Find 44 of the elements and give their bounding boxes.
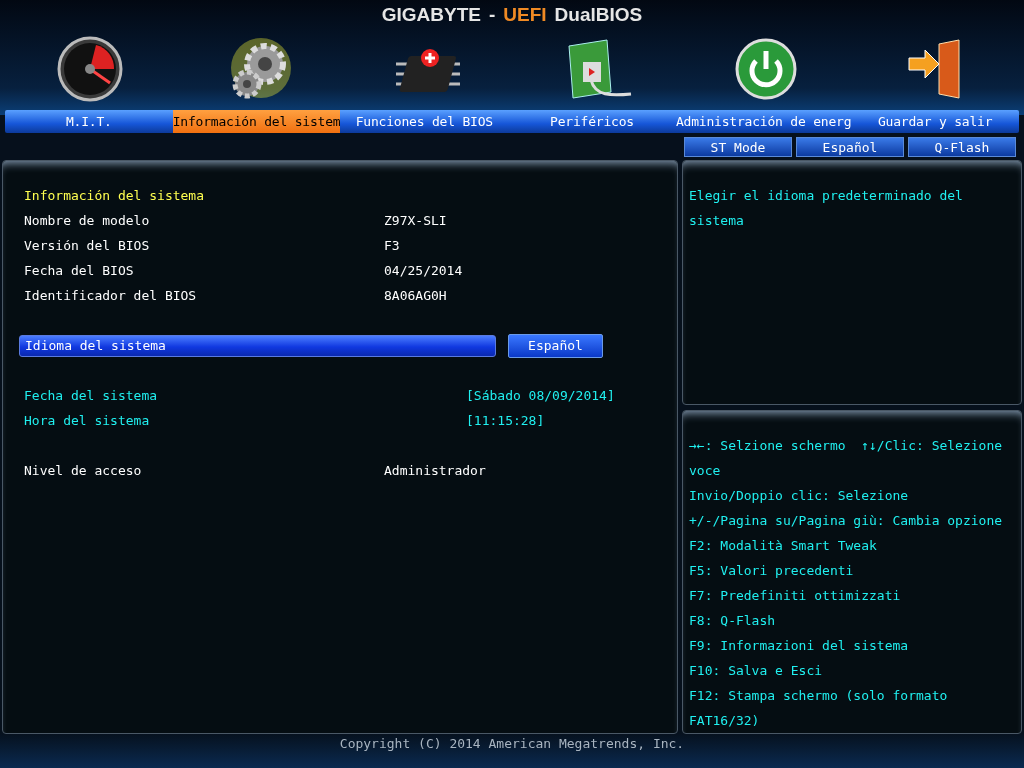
setting-value: 8A06AG0H bbox=[384, 288, 447, 303]
help-line: Invio/Doppio clic: Selezione bbox=[689, 487, 910, 505]
setting-value: Z97X-SLI bbox=[384, 213, 447, 228]
description-text: Elegir el idioma predeterminado del sistema bbox=[689, 187, 964, 230]
setting-label: Fecha del BIOS bbox=[24, 262, 135, 280]
setting-label: Versión del BIOS bbox=[24, 237, 151, 255]
setting-label: Nivel de acceso bbox=[24, 462, 143, 480]
setting-label: Fecha del sistema bbox=[24, 387, 159, 405]
help-line: F5: Valori precedenti bbox=[689, 562, 855, 580]
help-line: F7: Predefiniti ottimizzati bbox=[689, 587, 902, 605]
help-line: F9: Informazioni del sistema bbox=[689, 637, 910, 655]
setting-row[interactable]: Idioma del sistema bbox=[19, 334, 496, 357]
help-line: +/-/Pagina su/Pagina giù: Cambia opzione bbox=[689, 512, 1004, 530]
menu-tab[interactable]: M.I.T. bbox=[5, 110, 173, 133]
brand-name: GIGABYTE bbox=[381, 4, 481, 27]
title-separator: - bbox=[489, 4, 496, 27]
menu-tab[interactable]: Guardar y salir bbox=[851, 110, 1019, 133]
quick-button[interactable]: ST Mode bbox=[684, 137, 792, 157]
menu-tab[interactable]: Funciones del BIOS bbox=[340, 110, 509, 133]
setting-value: 04/25/2014 bbox=[384, 263, 463, 278]
quick-button[interactable]: Q-Flash bbox=[908, 137, 1016, 157]
product-name: DualBIOS bbox=[554, 4, 643, 27]
title-accent: UEFI bbox=[503, 4, 547, 27]
quick-button[interactable]: Español bbox=[796, 137, 904, 157]
power-icon bbox=[733, 36, 798, 101]
menu-tab[interactable]: Administración de energ bbox=[675, 110, 852, 133]
option-button[interactable]: Español bbox=[508, 333, 603, 358]
menu-tab[interactable]: Información del sistem bbox=[172, 110, 341, 133]
help-line: F10: Salva e Esci bbox=[689, 662, 824, 680]
help-line: →←: Selzione schermo ↑↓/Clic: Selezione voce bbox=[689, 437, 1004, 480]
menu-tab[interactable]: Periféricos bbox=[508, 110, 676, 133]
setting-value: Administrador bbox=[384, 463, 486, 478]
setting-label: Identificador del BIOS bbox=[24, 287, 198, 305]
section-heading: Información del sistema bbox=[24, 187, 205, 205]
setting-value: F3 bbox=[384, 238, 400, 253]
help-line: F12: Stampa schermo (solo formato FAT16/32) bbox=[689, 687, 949, 730]
setting-label: Nombre de modelo bbox=[24, 212, 151, 230]
setting-label: Hora del sistema bbox=[24, 412, 151, 430]
help-line: F8: Q-Flash bbox=[689, 612, 777, 630]
setting-value[interactable]: [Sábado 08/09/2014] bbox=[384, 388, 615, 403]
speedometer-icon bbox=[55, 34, 124, 103]
copyright-text: Copyright (C) 2014 American Megatrends, Inc. bbox=[339, 736, 685, 753]
setting-value[interactable]: [11:15:28] bbox=[384, 413, 545, 428]
help-line: F2: Modalità Smart Tweak bbox=[689, 537, 878, 555]
